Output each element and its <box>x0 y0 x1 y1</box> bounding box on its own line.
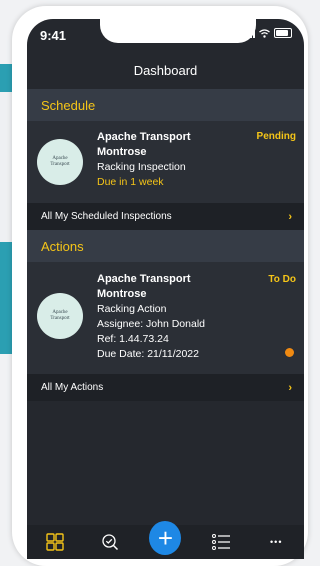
list-icon[interactable] <box>205 533 237 551</box>
company-name: Apache Transport <box>97 273 191 285</box>
chevron-right-icon: › <box>288 381 292 394</box>
assignee-text: Assignee: John Donald <box>97 318 205 330</box>
page-title: Dashboard <box>133 62 198 78</box>
link-label: All My Scheduled Inspections <box>41 211 172 222</box>
wifi-icon <box>259 28 270 38</box>
company-logo: Apache Transport <box>37 139 83 185</box>
add-button[interactable]: + <box>149 521 182 555</box>
status-badge-pending: Pending <box>256 131 296 142</box>
schedule-card[interactable]: Apache Transport Apache Transport Montro… <box>27 121 304 203</box>
action-type: Racking Action <box>97 303 167 315</box>
reference-text: Ref: 1.44.73.24 <box>97 333 169 345</box>
chevron-right-icon: › <box>288 210 292 223</box>
status-icons <box>244 28 292 38</box>
schedule-section-title: Schedule <box>27 89 304 121</box>
dashboard-grid-icon[interactable] <box>39 533 71 551</box>
status-badge-todo: To Do <box>268 274 296 285</box>
signal-icon <box>244 28 255 38</box>
phone-screen: 9:41 Dashboard Schedule Apache Transport… <box>27 19 304 559</box>
more-dots-icon[interactable]: ••• <box>260 537 292 547</box>
actions-section-title: Actions <box>27 230 304 262</box>
due-text: Due in 1 week <box>97 176 164 188</box>
battery-icon <box>274 28 292 38</box>
phone-notch <box>100 19 256 43</box>
site-name: Montrose <box>97 146 147 158</box>
all-scheduled-inspections-link[interactable]: All My Scheduled Inspections › <box>27 203 304 230</box>
status-bar: 9:41 <box>27 19 304 51</box>
site-name: Montrose <box>97 288 147 300</box>
due-date-text: Due Date: 21/11/2022 <box>97 348 199 360</box>
link-label: All My Actions <box>41 382 104 393</box>
background-card-edge <box>0 92 12 242</box>
priority-dot-icon <box>285 348 294 357</box>
company-name: Apache Transport <box>97 131 191 143</box>
action-card[interactable]: Apache Transport Apache Transport Montro… <box>27 262 304 374</box>
inspection-type: Racking Inspection <box>97 161 186 173</box>
inspect-check-icon[interactable] <box>94 533 126 551</box>
all-actions-link[interactable]: All My Actions › <box>27 374 304 401</box>
status-time: 9:41 <box>40 28 67 43</box>
schedule-card-details: Apache Transport Montrose Racking Inspec… <box>97 130 191 190</box>
company-logo: Apache Transport <box>37 293 83 339</box>
action-card-details: Apache Transport Montrose Racking Action… <box>97 272 205 362</box>
